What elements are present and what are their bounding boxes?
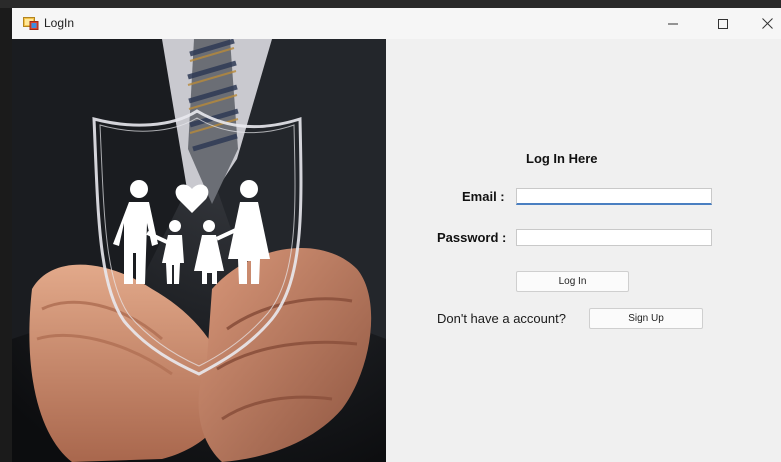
maximize-button[interactable] (702, 8, 744, 39)
login-form: Log In Here Email : Password : Log In Do… (386, 39, 781, 462)
form-heading: Log In Here (526, 151, 598, 166)
desktop-background (0, 0, 12, 462)
title-bar[interactable]: LogIn (12, 8, 781, 40)
password-field[interactable] (516, 229, 712, 246)
maximize-icon (718, 18, 728, 29)
email-label: Email : (462, 189, 505, 204)
window-title: LogIn (44, 16, 75, 30)
insurance-picture (12, 39, 386, 462)
no-account-text: Don't have a account? (437, 311, 566, 326)
close-icon (761, 18, 773, 29)
app-icon (23, 16, 39, 30)
minimize-icon (668, 23, 678, 24)
desktop-top-edge (0, 0, 781, 8)
signup-button[interactable]: Sign Up (589, 308, 703, 329)
email-field[interactable] (516, 188, 712, 205)
password-label: Password : (437, 230, 507, 245)
login-button[interactable]: Log In (516, 271, 629, 292)
minimize-button[interactable] (652, 8, 694, 39)
close-button[interactable] (746, 8, 781, 39)
login-window: LogIn Log In Here Email: Password: Log… (12, 8, 781, 462)
